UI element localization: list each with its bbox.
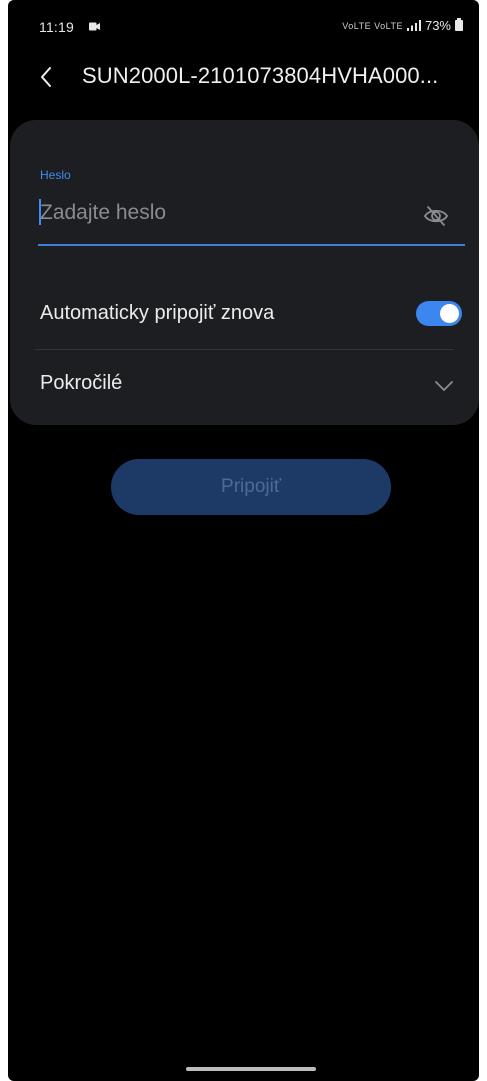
battery-icon [455,18,463,31]
advanced-row[interactable]: Pokročilé [10,360,479,412]
status-time: 11:19 [39,19,74,35]
network-name-title: SUN2000L-2101073804HVHA000... [82,63,439,88]
autoconnect-toggle[interactable] [416,301,462,326]
toggle-knob [440,304,459,323]
status-indicators: VoLTE VoLTE 73% [342,18,463,33]
autoconnect-row[interactable]: Automaticky pripojiť znova [10,290,479,342]
phone-screen: 11:19 VoLTE VoLTE 73% SUN2000L-210107380… [8,0,479,1081]
chevron-down-icon [435,381,453,391]
text-cursor [39,199,41,225]
connect-button[interactable]: Pripojiť [111,459,391,515]
advanced-label: Pokročilé [40,372,123,394]
wifi-settings-card: Heslo Automaticky pripojiť znova Pokroči… [10,120,479,425]
back-button[interactable] [32,63,60,91]
chevron-left-icon [41,67,51,87]
signal-icon [406,20,421,31]
eye-off-icon[interactable] [422,205,450,227]
password-label: Heslo [40,168,71,182]
autoconnect-label: Automaticky pripojiť znova [40,302,275,324]
password-input[interactable] [38,196,425,230]
password-underline [38,244,465,246]
video-record-icon [89,22,100,31]
battery-percentage: 73% [424,18,451,33]
network-label: VoLTE VoLTE [342,20,403,31]
divider [35,349,454,350]
app-header: SUN2000L-2101073804HVHA000... [8,55,479,99]
status-bar: 11:19 VoLTE VoLTE 73% [8,0,479,50]
home-indicator[interactable] [186,1067,316,1071]
